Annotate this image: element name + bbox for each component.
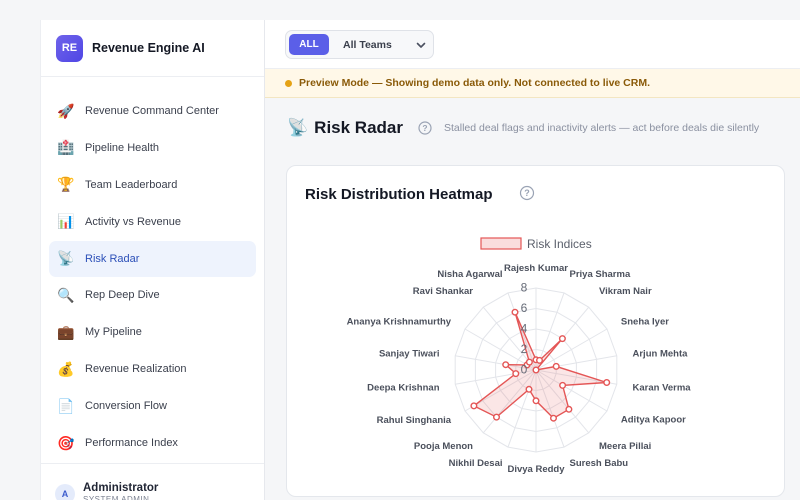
radar-category-label: Divya Reddy: [507, 464, 565, 475]
radar-category-label: Rahul Singhania: [377, 415, 452, 426]
sidebar-item-label: Activity vs Revenue: [85, 215, 181, 228]
sidebar-item-risk-radar[interactable]: 📡 Risk Radar: [49, 240, 256, 277]
radar-tick-label: 2: [521, 342, 528, 356]
radar-point[interactable]: [470, 402, 478, 410]
radar-category-label: Nikhil Desai: [449, 458, 503, 469]
document-icon: 📄: [57, 397, 75, 414]
sidebar-item-revenue-command-center[interactable]: 🚀 Revenue Command Center: [49, 93, 256, 129]
brand-logo: RE: [56, 34, 83, 62]
radar-category-label: Karan Verma: [633, 383, 692, 394]
radar-category-label: Rajesh Kumar: [504, 263, 568, 274]
sidebar-item-pipeline-health[interactable]: 🏥 Pipeline Health: [49, 130, 256, 166]
user-role: SYSTEM ADMIN: [83, 495, 150, 500]
sidebar-item-label: Pipeline Health: [85, 141, 159, 154]
briefcase-icon: 💼: [57, 323, 75, 340]
sidebar-nav: 🚀 Revenue Command Center 🏥 Pipeline Health 🏆…: [41, 77, 264, 461]
radar-category-label: Vikram Nair: [599, 286, 652, 297]
radar-category-label: Nisha Agarwal: [437, 269, 502, 280]
page-header: 📡 Risk Radar ? Stalled deal flags and in…: [287, 118, 759, 138]
radar-tick-label: 0: [521, 363, 528, 377]
user-profile[interactable]: A Administrator SYSTEM ADMIN: [41, 463, 264, 500]
sidebar-item-performance-index[interactable]: 🎯 Performance Index: [49, 425, 256, 461]
radar-point[interactable]: [512, 370, 520, 378]
radar-category-label: Aditya Kapoor: [621, 415, 686, 426]
radar-category-label: Arjun Mehta: [633, 349, 689, 360]
page-title: Risk Radar: [314, 118, 403, 137]
radar-category-label: Deepa Krishnan: [367, 383, 440, 394]
sidebar-item-revenue-realization[interactable]: 💰 Revenue Realization: [49, 351, 256, 387]
sidebar-item-team-leaderboard[interactable]: 🏆 Team Leaderboard: [49, 167, 256, 203]
radar-category-label: Sanjay Tiwari: [379, 349, 440, 360]
legend-label[interactable]: Risk Indices: [527, 237, 592, 251]
radar-tick-label: 8: [521, 281, 528, 295]
radar-point[interactable]: [525, 385, 533, 393]
svg-text:?: ?: [422, 123, 427, 133]
radar-tick-label: 6: [521, 301, 528, 315]
topbar: ALL All Teams: [265, 20, 800, 69]
radar-point[interactable]: [511, 308, 519, 316]
radar-point[interactable]: [502, 361, 510, 369]
radar-tick-label: 4: [521, 322, 528, 336]
satellite-dish-icon: 📡: [57, 250, 75, 267]
sidebar-item-label: Revenue Realization: [85, 363, 187, 376]
radar-point[interactable]: [532, 366, 540, 374]
radar-category-label: Sneha Iyer: [621, 317, 669, 328]
user-name: Administrator: [83, 482, 159, 494]
radar-point[interactable]: [492, 413, 500, 421]
legend-swatch: [480, 237, 522, 250]
radar-category-label: Suresh Babu: [570, 458, 629, 469]
trophy-icon: 🏆: [57, 176, 75, 193]
sidebar-item-label: Risk Radar: [85, 252, 140, 265]
all-filter-button[interactable]: ALL: [289, 34, 329, 55]
radar-category-label: Ananya Krishnamurthy: [347, 317, 452, 328]
sidebar-item-label: Team Leaderboard: [85, 178, 178, 191]
radar-category-label: Pooja Menon: [414, 441, 473, 452]
warning-dot-icon: [285, 79, 292, 87]
radar-point[interactable]: [550, 414, 558, 422]
money-bag-icon: 💰: [57, 360, 75, 377]
radar-point[interactable]: [525, 358, 533, 366]
radar-category-label: Ravi Shankar: [413, 286, 473, 297]
satellite-dish-icon: 📡: [287, 118, 309, 137]
radar-point[interactable]: [558, 335, 566, 343]
radar-point[interactable]: [535, 356, 543, 364]
hospital-icon: 🏥: [57, 139, 75, 156]
sidebar-item-label: My Pipeline: [85, 326, 142, 339]
sidebar-item-rep-deep-dive[interactable]: 🔍 Rep Deep Dive: [49, 277, 256, 313]
banner-text: Preview Mode — Showing demo data only. N…: [299, 77, 651, 89]
sidebar-item-label: Revenue Command Center: [85, 105, 219, 117]
help-icon[interactable]: ?: [418, 121, 432, 135]
sidebar: RE Revenue Engine AI 🚀 Revenue Command Ce…: [40, 20, 265, 500]
bar-chart-icon: 📊: [57, 213, 75, 230]
sidebar-item-label: Rep Deep Dive: [85, 289, 160, 302]
brand-name: Revenue Engine AI: [92, 41, 205, 55]
chevron-down-icon[interactable]: [415, 39, 427, 51]
risk-heatmap-card: Risk Distribution Heatmap ? 0 2 4 6 8 Rajesh …: [286, 165, 785, 497]
brand[interactable]: RE Revenue Engine AI: [41, 20, 264, 77]
radar-point[interactable]: [559, 381, 567, 389]
sidebar-item-my-pipeline[interactable]: 💼 My Pipeline: [49, 314, 256, 350]
radar-series-area: [472, 311, 607, 420]
sidebar-item-label: Conversion Flow: [85, 400, 167, 413]
avatar: A: [55, 484, 75, 500]
radar-chart: 0 2 4 6 8 Rajesh KumarPriya Sharma Vikram Nair…: [347, 237, 692, 475]
radar-point[interactable]: [552, 362, 560, 370]
radar-category-label: Meera Pillai: [599, 441, 651, 452]
preview-banner: Preview Mode — Showing demo data only. N…: [265, 69, 800, 98]
rocket-icon: 🚀: [57, 102, 75, 119]
radar-point[interactable]: [565, 405, 573, 413]
magnifier-icon: 🔍: [57, 286, 75, 303]
sidebar-item-conversion-flow[interactable]: 📄 Conversion Flow: [49, 388, 256, 424]
radar-point[interactable]: [603, 378, 611, 386]
radar-category-label: Priya Sharma: [570, 269, 631, 280]
target-icon: 🎯: [57, 434, 75, 451]
radar-point[interactable]: [532, 397, 540, 405]
sidebar-item-activity-vs-revenue[interactable]: 📊 Activity vs Revenue: [49, 204, 256, 240]
sidebar-item-label: Performance Index: [85, 437, 178, 450]
page-subtitle: Stalled deal flags and inactivity alerts…: [444, 122, 760, 134]
team-select[interactable]: All Teams: [343, 39, 392, 51]
team-filter: ALL All Teams: [285, 30, 434, 59]
